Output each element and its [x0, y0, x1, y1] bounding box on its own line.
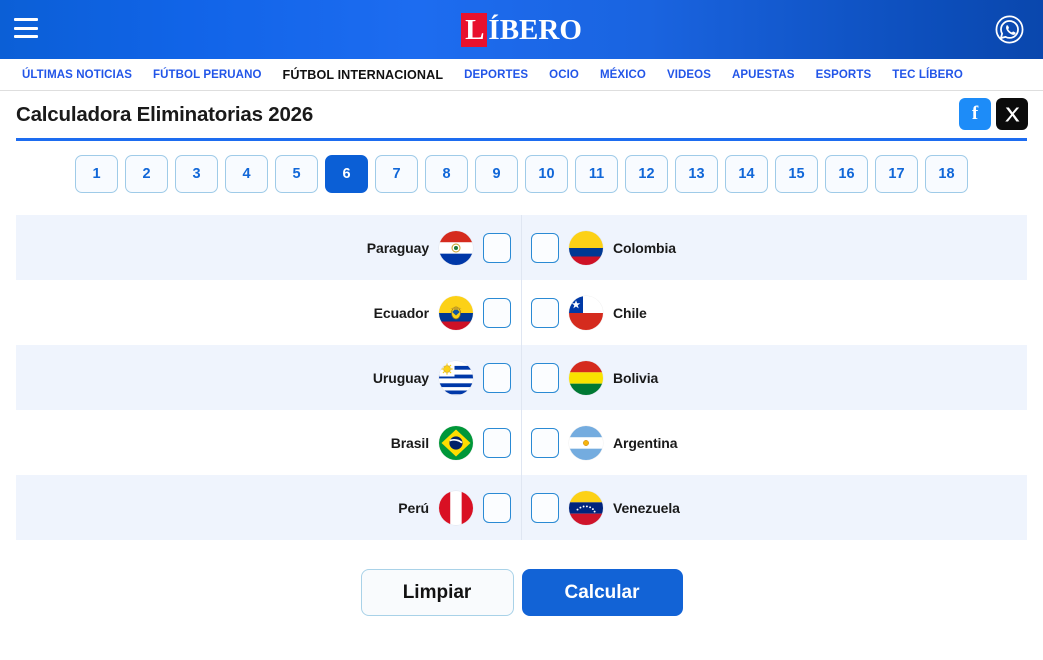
logo-rest-text: ÍBERO: [488, 14, 582, 46]
nav-item-ultimas-noticias[interactable]: ÚLTIMAS NOTICIAS: [22, 69, 132, 81]
home-side: Brasil: [16, 425, 521, 460]
away-side: Chile: [521, 295, 1027, 330]
away-side: Argentina: [521, 425, 1027, 460]
page-button-10[interactable]: 10: [525, 155, 568, 193]
page-title-bar: Calculadora Eliminatorias 2026 f: [0, 91, 1043, 138]
away-team-name: Colombia: [613, 239, 676, 256]
home-score-input[interactable]: [483, 362, 511, 393]
away-team-name: Bolivia: [613, 369, 659, 386]
title-divider: [16, 138, 1027, 141]
page-button-1[interactable]: 1: [75, 155, 118, 193]
share-x-button[interactable]: [996, 98, 1028, 130]
colombia-flag: [569, 230, 603, 265]
page-button-2[interactable]: 2: [125, 155, 168, 193]
table-row: Perú Venezuela: [16, 475, 1027, 540]
x-twitter-icon: [1004, 107, 1019, 121]
home-side: Uruguay: [16, 360, 521, 395]
page-button-16[interactable]: 16: [825, 155, 868, 193]
away-score-input[interactable]: [531, 297, 559, 328]
row-divider: [521, 410, 522, 475]
away-team-name: Venezuela: [613, 499, 680, 516]
action-buttons: Limpiar Calcular: [0, 569, 1043, 616]
page-button-4[interactable]: 4: [225, 155, 268, 193]
nav-item-tec-libero[interactable]: TEC LÍBERO: [892, 69, 963, 81]
page-button-7[interactable]: 7: [375, 155, 418, 193]
home-score-input[interactable]: [483, 427, 511, 458]
home-team-name: Uruguay: [372, 369, 429, 386]
share-buttons: f: [959, 98, 1028, 130]
nav-item-deportes[interactable]: DEPORTES: [464, 69, 528, 81]
away-side: Venezuela: [521, 490, 1027, 525]
brasil-flag: [439, 425, 473, 460]
away-side: Bolivia: [521, 360, 1027, 395]
clear-button[interactable]: Limpiar: [360, 569, 514, 616]
nav-item-futbol-internacional[interactable]: FÚTBOL INTERNACIONAL: [283, 68, 444, 82]
page-title: Calculadora Eliminatorias 2026: [16, 102, 314, 126]
nav-item-videos[interactable]: VIDEOS: [667, 69, 711, 81]
page-button-13[interactable]: 13: [675, 155, 718, 193]
page-button-11[interactable]: 11: [575, 155, 618, 193]
home-score-input[interactable]: [483, 492, 511, 523]
nav-item-futbol-peruano[interactable]: FÚTBOL PERUANO: [153, 69, 262, 81]
home-side: Perú: [16, 490, 521, 525]
home-team-name: Paraguay: [366, 239, 429, 256]
page-button-12[interactable]: 12: [625, 155, 668, 193]
logo-accent-letter: L: [461, 13, 488, 47]
matchday-pagination: 1 2 3 4 5 6 7 8 9 10 11 12 13 14 15 16 1…: [0, 155, 1043, 193]
table-row: Uruguay Bolivia: [16, 345, 1027, 410]
row-divider: [521, 280, 522, 345]
match-list: Paraguay Colombia Ecuador Chile Uruguay …: [16, 215, 1027, 540]
page-button-6[interactable]: 6: [325, 155, 368, 193]
home-side: Ecuador: [16, 295, 521, 330]
nav-item-esports[interactable]: ESPORTS: [816, 69, 872, 81]
calculate-button[interactable]: Calcular: [521, 569, 683, 616]
away-team-name: Chile: [613, 304, 647, 321]
share-facebook-button[interactable]: f: [959, 98, 991, 130]
nav-item-apuestas[interactable]: APUESTAS: [732, 69, 795, 81]
site-logo[interactable]: L ÍBERO: [0, 13, 1043, 47]
away-score-input[interactable]: [531, 362, 559, 393]
uruguay-flag: [439, 360, 473, 395]
main-navigation: ÚLTIMAS NOTICIAS FÚTBOL PERUANO FÚTBOL I…: [0, 59, 1043, 91]
page-button-17[interactable]: 17: [875, 155, 918, 193]
table-row: Paraguay Colombia: [16, 215, 1027, 280]
page-button-9[interactable]: 9: [475, 155, 518, 193]
ecuador-flag: [439, 295, 473, 330]
chile-flag: [569, 295, 603, 330]
venezuela-flag: [569, 490, 603, 525]
away-score-input[interactable]: [531, 427, 559, 458]
page-button-18[interactable]: 18: [925, 155, 968, 193]
away-side: Colombia: [521, 230, 1027, 265]
site-header: L ÍBERO: [0, 0, 1043, 59]
table-row: Ecuador Chile: [16, 280, 1027, 345]
bolivia-flag: [569, 360, 603, 395]
facebook-icon: f: [971, 103, 979, 124]
home-side: Paraguay: [16, 230, 521, 265]
home-team-name: Perú: [398, 499, 429, 516]
away-score-input[interactable]: [531, 492, 559, 523]
row-divider: [521, 475, 522, 540]
peru-flag: [439, 490, 473, 525]
home-score-input[interactable]: [483, 232, 511, 263]
away-team-name: Argentina: [613, 434, 678, 451]
table-row: Brasil Argentina: [16, 410, 1027, 475]
home-team-name: Brasil: [390, 434, 429, 451]
nav-item-ocio[interactable]: OCIO: [549, 69, 579, 81]
row-divider: [521, 345, 522, 410]
home-score-input[interactable]: [483, 297, 511, 328]
page-button-5[interactable]: 5: [275, 155, 318, 193]
page-button-14[interactable]: 14: [725, 155, 768, 193]
away-score-input[interactable]: [531, 232, 559, 263]
row-divider: [521, 215, 522, 280]
page-button-3[interactable]: 3: [175, 155, 218, 193]
paraguay-flag: [439, 230, 473, 265]
whatsapp-icon[interactable]: [994, 14, 1025, 45]
argentina-flag: [569, 425, 603, 460]
page-button-15[interactable]: 15: [775, 155, 818, 193]
page-button-8[interactable]: 8: [425, 155, 468, 193]
home-team-name: Ecuador: [373, 304, 429, 321]
nav-item-mexico[interactable]: MÉXICO: [600, 69, 646, 81]
